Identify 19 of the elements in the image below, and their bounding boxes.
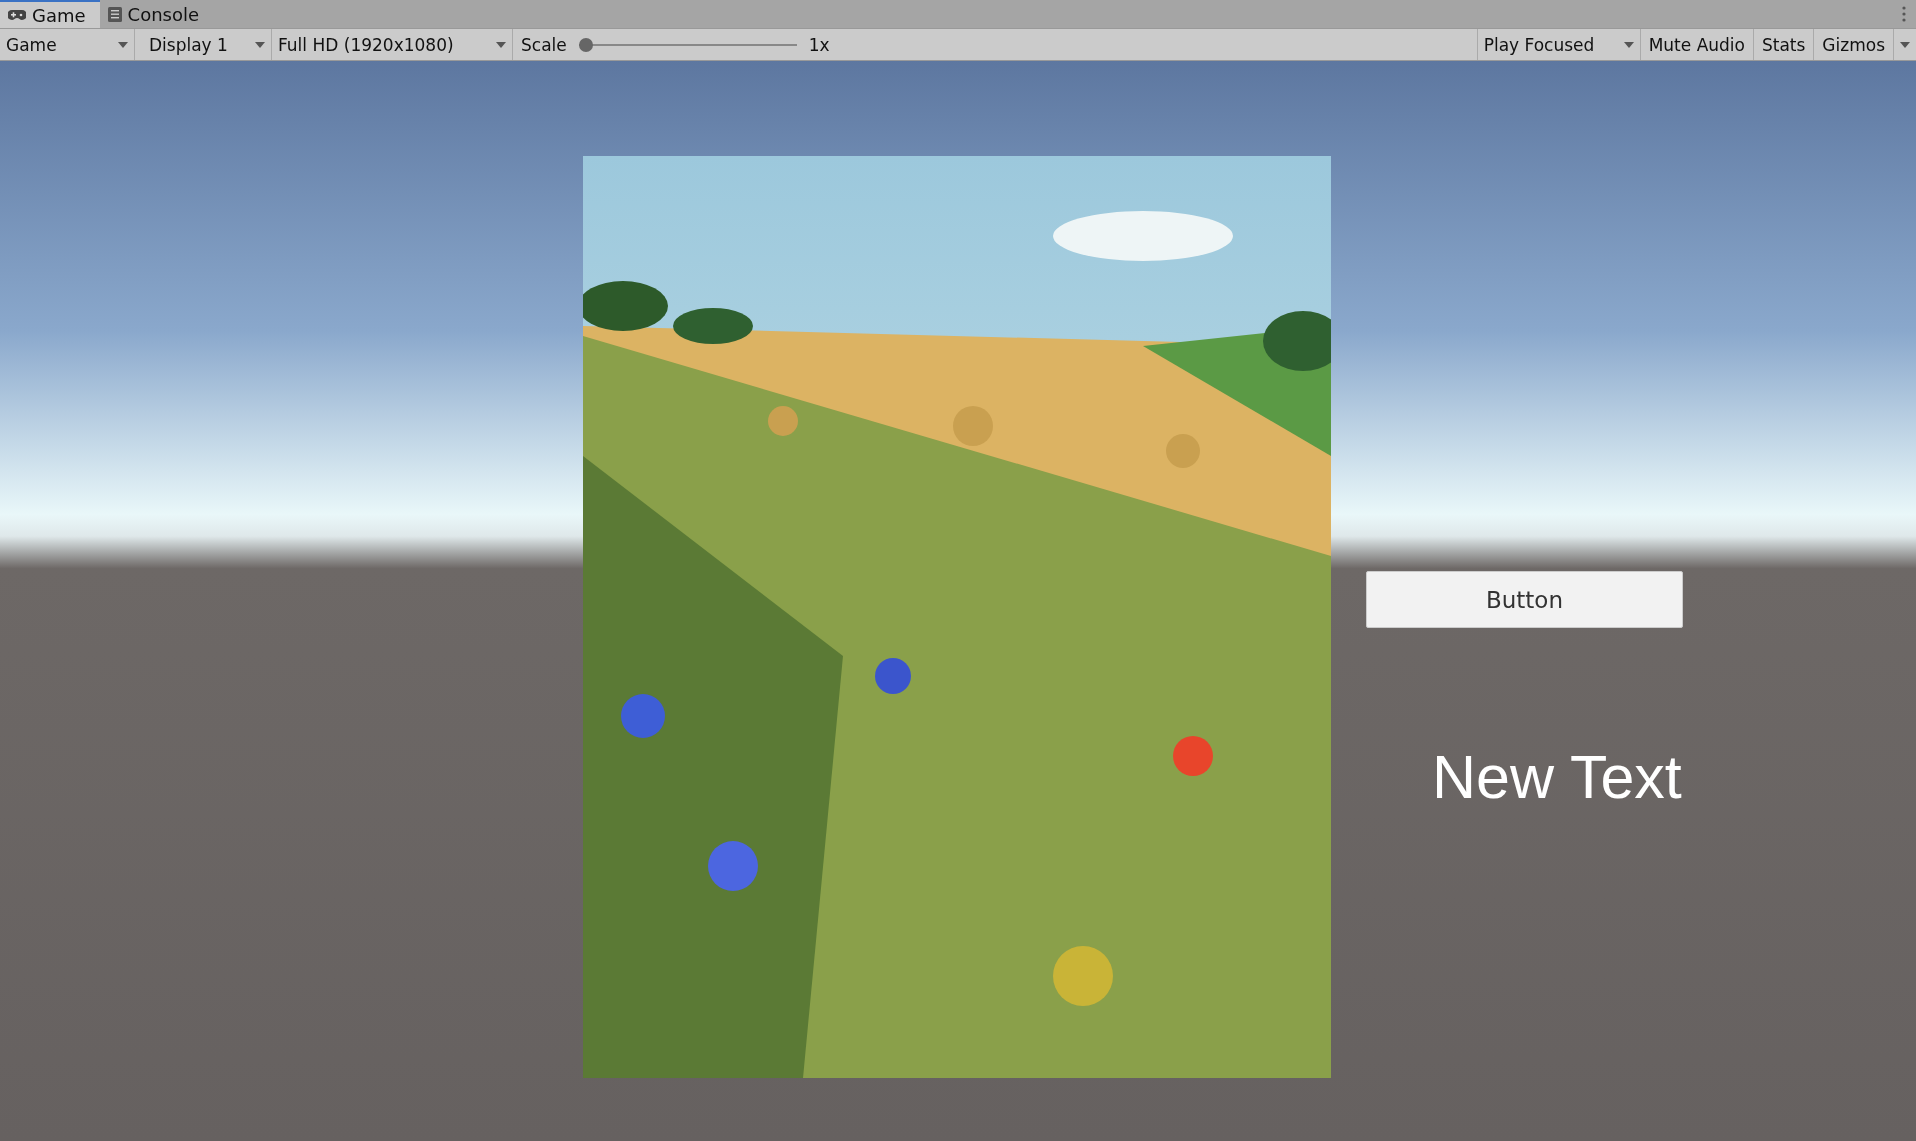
caret-icon <box>1623 41 1634 48</box>
game-text: New Text <box>1432 742 1682 812</box>
caret-icon <box>255 41 265 48</box>
tab[interactable]: Game <box>0 0 100 28</box>
slider-thumb[interactable] <box>578 37 593 52</box>
game-button[interactable]: Button <box>1366 571 1683 628</box>
gamepad-icon <box>8 9 26 21</box>
scale-label: Scale <box>521 34 567 55</box>
caret-icon <box>496 41 506 48</box>
caret-icon <box>118 41 128 48</box>
play-mode-dropdown[interactable]: Play Focused <box>1476 29 1641 60</box>
tab[interactable]: Console <box>99 0 214 28</box>
view-mode-dropdown[interactable]: Game <box>0 29 135 60</box>
list-icon <box>107 6 122 22</box>
scale-value: 1x <box>808 34 830 55</box>
display-dropdown[interactable]: Display 1 <box>135 29 272 60</box>
resolution-dropdown[interactable]: Full HD (1920x1080) <box>272 29 513 60</box>
caret-icon[interactable] <box>1900 41 1910 48</box>
more-options-icon[interactable] <box>1902 6 1906 22</box>
